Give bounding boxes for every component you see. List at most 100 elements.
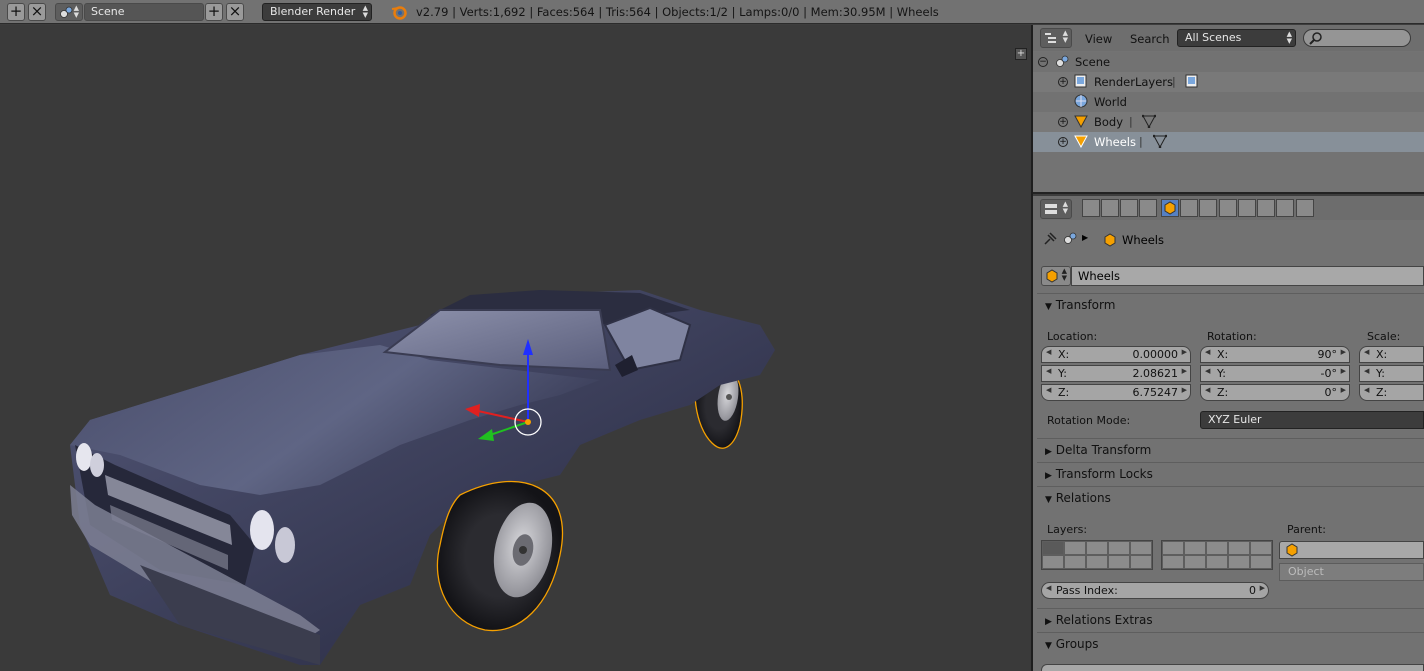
remove-scene-button[interactable]: × (226, 3, 244, 21)
parent-field[interactable] (1279, 541, 1424, 559)
physics-tab-icon[interactable] (1296, 199, 1314, 217)
location-z-field[interactable]: ◀ Z: 6.75247 ▶ (1041, 384, 1191, 401)
outliner-row-renderlayers[interactable]: + RenderLayers | (1033, 72, 1424, 92)
expand-icon[interactable]: + (1058, 137, 1068, 147)
breadcrumb-object-label: Wheels (1122, 233, 1164, 247)
rotation-mode-dropdown[interactable]: XYZ Euler (1200, 411, 1424, 429)
location-x-field[interactable]: ◀ X: 0.00000 ▶ (1041, 346, 1191, 363)
outliner-row-body[interactable]: + Body | (1033, 112, 1424, 132)
transform-locks-panel-header[interactable]: ▶ Transform Locks (1045, 467, 1153, 481)
scale-label: Scale: (1367, 330, 1401, 343)
mesh-object-icon (1074, 135, 1088, 148)
pass-index-field[interactable]: ◀ Pass Index: 0 ▶ (1041, 582, 1269, 599)
3d-viewport[interactable]: + (0, 25, 1031, 671)
groups-panel-header[interactable]: ▼ Groups (1045, 637, 1099, 651)
decrement-icon: ◀ (1046, 386, 1052, 394)
scene-icon (60, 6, 73, 18)
expand-icon[interactable]: + (1058, 117, 1068, 127)
relations-panel-header[interactable]: ▼ Relations (1045, 491, 1111, 505)
properties-icon (1045, 204, 1057, 214)
expand-triangle-icon: ▶ (1045, 617, 1052, 627)
parent-label: Parent: (1287, 523, 1326, 536)
outliner-icon (1045, 33, 1056, 43)
increment-icon: ▶ (1181, 386, 1187, 394)
scale-z-field[interactable]: ◀ Z: (1359, 384, 1424, 401)
viewport-tool-shelf-toggle-icon[interactable]: + (1015, 48, 1027, 60)
parent-type-dropdown[interactable]: Object (1279, 563, 1424, 581)
breadcrumb-arrow-icon: ▶ (1082, 233, 1089, 242)
decrement-icon: ◀ (1364, 348, 1370, 356)
outliner-row-world[interactable]: World (1033, 92, 1424, 112)
layer-grid-right[interactable] (1161, 540, 1273, 570)
render-engine-dropdown[interactable]: Blender Render ▲ ▼ (262, 3, 372, 21)
scene-icon (1056, 55, 1069, 67)
editor-type-button[interactable]: ▲ ▼ (1040, 28, 1072, 48)
material-tab-icon[interactable] (1238, 199, 1256, 217)
world-tab-icon[interactable] (1139, 199, 1157, 217)
increment-icon: ▶ (1340, 386, 1346, 394)
outliner-row-label: Body (1094, 115, 1124, 129)
increment-icon: ▶ (1340, 348, 1346, 356)
data-tab-icon[interactable] (1219, 199, 1237, 217)
scene-name-field[interactable]: Scene (84, 3, 204, 21)
expand-triangle-icon: ▶ (1045, 447, 1052, 457)
view-menu[interactable]: View (1085, 32, 1112, 46)
decrement-icon: ◀ (1046, 584, 1052, 592)
outliner-row-label: RenderLayers (1094, 75, 1173, 89)
increment-icon: ▶ (1259, 584, 1265, 592)
delta-transform-panel-header[interactable]: ▶ Delta Transform (1045, 443, 1151, 457)
scene-tab-icon[interactable] (1120, 199, 1138, 217)
constraints-tab-icon[interactable] (1180, 199, 1198, 217)
editor-type-button[interactable]: ▲ ▼ (1040, 199, 1072, 219)
add-screen-button[interactable]: + (7, 3, 25, 21)
transform-panel-header[interactable]: ▼ Transform (1045, 298, 1115, 312)
particles-tab-icon[interactable] (1276, 199, 1294, 217)
object-name-field[interactable]: Wheels (1071, 266, 1424, 286)
scene-selector-button[interactable]: ▲ ▼ (55, 3, 83, 21)
outliner-row-label: Wheels (1094, 135, 1136, 149)
outliner-header: ▲ ▼ View Search All Scenes ▲ ▼ (1033, 25, 1424, 51)
search-menu[interactable]: Search (1130, 32, 1170, 46)
properties-panel: ▲ ▼ ▶ Wheels ▲ ▼ Wheels ▼ Transform Loca… (1033, 196, 1424, 671)
increment-icon: ▶ (1181, 367, 1187, 375)
rotation-z-field[interactable]: ◀ Z: 0° ▶ (1200, 384, 1350, 401)
layer-grid-left[interactable] (1041, 540, 1153, 570)
display-mode-dropdown[interactable]: All Scenes ▲ ▼ (1177, 29, 1296, 47)
relations-extras-panel-header[interactable]: ▶ Relations Extras (1045, 613, 1153, 627)
add-to-group-button[interactable] (1041, 664, 1424, 671)
layers-label: Layers: (1047, 523, 1088, 536)
decrement-icon: ◀ (1205, 367, 1211, 375)
pin-icon[interactable] (1042, 231, 1058, 247)
render-layers-icon (1074, 74, 1087, 88)
scale-y-field[interactable]: ◀ Y: (1359, 365, 1424, 382)
viewport-canvas[interactable] (0, 25, 1031, 671)
collapse-triangle-icon: ▼ (1045, 495, 1052, 505)
remove-screen-button[interactable]: × (28, 3, 46, 21)
scale-x-field[interactable]: ◀ X: (1359, 346, 1424, 363)
mesh-data-icon (1142, 114, 1156, 128)
expand-icon[interactable]: + (1058, 77, 1068, 87)
object-tab-icon[interactable] (1161, 199, 1179, 217)
outliner-search-input[interactable] (1303, 29, 1411, 47)
location-y-field[interactable]: ◀ Y: 2.08621 ▶ (1041, 365, 1191, 382)
rotation-y-field[interactable]: ◀ Y: -0° ▶ (1200, 365, 1350, 382)
info-header: + × ▲ ▼ Scene + × Blender Render ▲ ▼ v2.79… (0, 0, 1424, 24)
outliner-row-scene[interactable]: − Scene (1033, 52, 1424, 72)
scene-icon (1064, 232, 1077, 244)
modifiers-tab-icon[interactable] (1199, 199, 1217, 217)
object-browse-button[interactable]: ▲ ▼ (1041, 266, 1071, 286)
decrement-icon: ◀ (1046, 367, 1052, 375)
outliner-panel: ▲ ▼ View Search All Scenes ▲ ▼ − Scene + R… (1033, 25, 1424, 194)
updown-arrows-icon: ▲ ▼ (1286, 30, 1292, 45)
world-icon (1074, 94, 1088, 108)
front-wheel[interactable] (436, 481, 564, 632)
updown-arrows-icon: ▲ ▼ (1062, 29, 1068, 44)
rotation-x-field[interactable]: ◀ X: 90° ▶ (1200, 346, 1350, 363)
texture-tab-icon[interactable] (1257, 199, 1275, 217)
collapse-icon[interactable]: − (1038, 57, 1048, 67)
add-scene-button[interactable]: + (205, 3, 223, 21)
render-layers-tab-icon[interactable] (1101, 199, 1119, 217)
outliner-row-wheels[interactable]: + Wheels | (1033, 132, 1424, 152)
render-tab-icon[interactable] (1082, 199, 1100, 217)
blender-logo-icon (391, 6, 407, 20)
